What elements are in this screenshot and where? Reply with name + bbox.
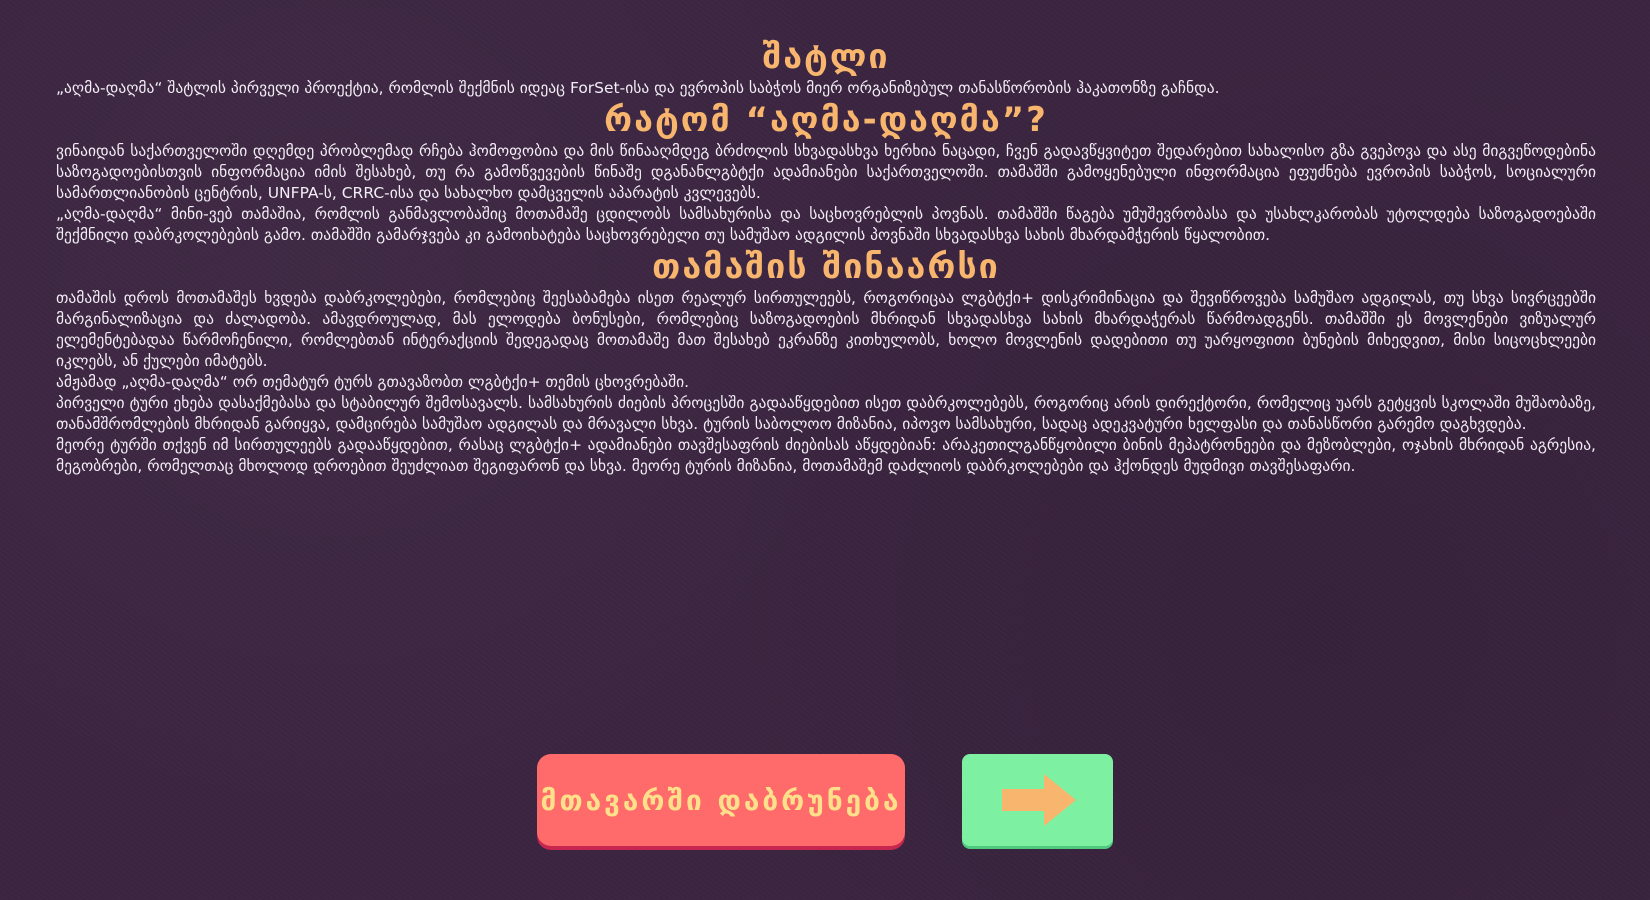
about-text: „აღმა-დაღმა“ შატლის პირველი პროექტია, რო… bbox=[56, 79, 1220, 97]
content-paragraph-4: მეორე ტურში თქვენ იმ სირთულეებს გადააწყდ… bbox=[56, 436, 1596, 475]
about-title: შატლი bbox=[762, 37, 890, 77]
content-paragraph-2: ამჟამად „აღმა-დაღმა“ ორ თემატურ ტურს გთა… bbox=[56, 373, 690, 391]
next-button[interactable] bbox=[962, 754, 1113, 846]
back-to-main-label: მთავარში დაბრუნება bbox=[540, 783, 902, 817]
why-paragraph-1: ვინაიდან საქართველოში დღემდე პრობლემად რ… bbox=[56, 142, 1596, 202]
why-paragraph-2: „აღმა-დაღმა“ მინი-ვებ თამაშია, რომლის გა… bbox=[56, 205, 1596, 244]
content-title: თამაშის შინაარსი bbox=[652, 247, 1000, 287]
arrow-right-icon bbox=[998, 772, 1078, 828]
content-paragraph-3: პირველი ტური ეხება დასაქმებასა და სტაბილ… bbox=[56, 394, 1596, 433]
content-paragraph-1: თამაშის დროს მოთამაშეს ხვდება დაბრკოლებე… bbox=[56, 289, 1596, 370]
back-to-main-button[interactable]: მთავარში დაბრუნება bbox=[537, 754, 905, 846]
why-title: რატომ “აღმა-დაღმა”? bbox=[604, 100, 1048, 140]
main-content: შატლი „აღმა-დაღმა“ შატლის პირველი პროექტ… bbox=[56, 36, 1596, 477]
